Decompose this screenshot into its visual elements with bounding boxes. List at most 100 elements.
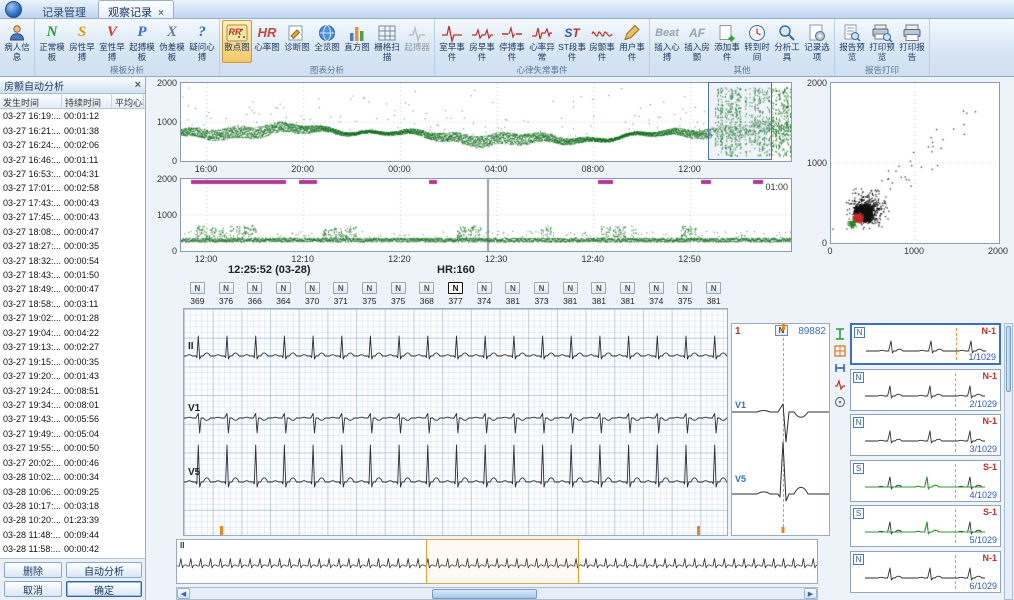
delete-button[interactable]: 删除 (4, 562, 62, 578)
beat-template-item[interactable]: SS-14/1029 (850, 460, 1001, 502)
poincare-plot[interactable] (830, 82, 1000, 244)
beat-label-box[interactable]: N (276, 282, 291, 294)
histogram-button[interactable]: 直方图 (342, 20, 372, 63)
af-event-row[interactable]: 03-28 10:06:...00:09:25 (0, 484, 145, 498)
wave-icon[interactable] (833, 378, 847, 392)
beat-label-box[interactable]: N (448, 282, 463, 294)
app-menu-button[interactable] (5, 1, 22, 18)
template-scroll-thumb[interactable] (1006, 326, 1011, 392)
af-event-row[interactable]: 03-28 10:20:...01:23:39 (0, 513, 145, 527)
analysis-tools-button[interactable]: 分析工具 (772, 20, 802, 63)
scroll-left-arrow[interactable]: ◀ (177, 588, 190, 599)
insert-beat-button[interactable]: Beat插入心搏 (652, 20, 682, 63)
af-event-row[interactable]: 03-28 11:48:...00:09:44 (0, 528, 145, 542)
goto-time-button[interactable]: 转到时间 (742, 20, 772, 63)
rr-trend-zoom-chart[interactable] (180, 178, 792, 252)
beat-template-item[interactable]: NN-13/1029 (850, 414, 1001, 456)
scroll-right-arrow[interactable]: ▶ (804, 588, 817, 599)
grid-icon[interactable] (833, 344, 847, 358)
pacemaker-button[interactable]: 起搏器 (402, 20, 432, 63)
af-event-row[interactable]: 03-27 19:02:...00:01:28 (0, 311, 145, 325)
af-event-row[interactable]: 03-27 16:21:...00:01:38 (0, 123, 145, 137)
af-event-row[interactable]: 03-27 19:55:...00:00:50 (0, 441, 145, 455)
beat-label-box[interactable]: N (591, 282, 606, 294)
af-event-row[interactable]: 03-27 16:19:...00:01:12 (0, 109, 145, 123)
vpb-events-button[interactable]: 室早事件 (437, 20, 467, 63)
beat-label-box[interactable]: N (305, 282, 320, 294)
diagnosis-plot-button[interactable]: 诊断图 (282, 20, 312, 63)
tab-observation-record[interactable]: 观察记录× (98, 0, 174, 18)
cancel-button[interactable]: 取消 (4, 581, 62, 597)
af-event-row[interactable]: 03-28 11:58:...00:00:42 (0, 542, 145, 556)
beat-label-box[interactable]: N (391, 282, 406, 294)
caliper-icon[interactable] (833, 327, 847, 341)
af-event-row[interactable]: 03-27 16:46:...00:01:11 (0, 152, 145, 166)
beat-label-box[interactable]: N (620, 282, 635, 294)
beat-label-box[interactable]: N (247, 282, 262, 294)
tab-close-icon[interactable]: × (158, 8, 164, 19)
beat-label-box[interactable]: N (706, 282, 721, 294)
af-event-row[interactable]: 03-28 10:02:...00:00:34 (0, 470, 145, 484)
af-event-row[interactable]: 03-27 19:15:...00:00:35 (0, 354, 145, 368)
circle-icon[interactable] (833, 395, 847, 409)
beat-label-box[interactable]: N (190, 282, 205, 294)
apb-events-button[interactable]: 房早事件 (467, 20, 497, 63)
apb-template-button[interactable]: S房性早搏 (67, 20, 97, 63)
paced-template-button[interactable]: P起搏模板 (127, 20, 157, 63)
beat-label-box[interactable]: N (677, 282, 692, 294)
af-event-row[interactable]: 03-27 18:27:...00:00:35 (0, 239, 145, 253)
af-event-row[interactable]: 03-27 18:08:...00:00:47 (0, 225, 145, 239)
beat-label-box[interactable]: N (362, 282, 377, 294)
template-scrollbar[interactable] (1004, 323, 1013, 600)
beat-label-box[interactable]: N (477, 282, 492, 294)
marker-icon[interactable] (833, 361, 847, 375)
full-disclosure-strip[interactable]: II (176, 539, 818, 584)
strip-selection-window[interactable] (426, 539, 579, 584)
af-event-row[interactable]: 03-27 18:43:...00:01:50 (0, 268, 145, 282)
vpb-template-button[interactable]: V室性早搏 (97, 20, 127, 63)
scatter-plot-button[interactable]: RR散点图 (222, 20, 252, 63)
af-event-row[interactable]: 03-27 19:43:...00:05:56 (0, 412, 145, 426)
raster-scan-button[interactable]: 栅格扫描 (372, 20, 402, 63)
af-event-row[interactable]: 03-27 19:24:...00:08:51 (0, 383, 145, 397)
af-event-row[interactable]: 03-27 20:02:...00:00:46 (0, 456, 145, 470)
artifact-template-button[interactable]: X伪差模板 (157, 20, 187, 63)
user-events-button[interactable]: 用户事件 (617, 20, 647, 63)
af-event-row[interactable]: 03-28 10:17:...00:03:18 (0, 499, 145, 513)
af-event-row[interactable]: 03-27 19:49:...00:05:04 (0, 427, 145, 441)
beat-template-item[interactable]: NN-11/1029 (850, 323, 1001, 365)
tab-record-management[interactable]: 记录管理 (32, 0, 96, 18)
af-events-button[interactable]: 房颤事件 (587, 20, 617, 63)
heart-rate-plot-button[interactable]: HR心率图 (252, 20, 282, 63)
report-preview-button[interactable]: 报告预览 (837, 20, 867, 63)
beat-label-box[interactable]: N (563, 282, 578, 294)
pause-events-button[interactable]: 停搏事件 (497, 20, 527, 63)
hr-abnormal-events-button[interactable]: 心率异常 (527, 20, 557, 63)
af-event-row[interactable]: 03-27 17:45:...00:00:43 (0, 210, 145, 224)
af-event-row[interactable]: 03-27 17:01:...00:02:58 (0, 181, 145, 195)
beat-label-box[interactable]: N (219, 282, 234, 294)
rr-trend-full-chart[interactable] (180, 82, 792, 162)
patient-info-button[interactable]: 病人信息 (2, 20, 32, 63)
af-event-row[interactable]: 03-27 16:24:...00:02:06 (0, 138, 145, 152)
af-event-row[interactable]: 03-27 19:34:...00:08:01 (0, 398, 145, 412)
print-report-button[interactable]: 打印报告 (897, 20, 927, 63)
single-beat-panel[interactable]: 1 N 89882 V1 V5 (731, 323, 830, 536)
add-event-button[interactable]: 添加事件 (712, 20, 742, 63)
beat-label-box[interactable]: N (333, 282, 348, 294)
beat-template-item[interactable]: SS-15/1029 (850, 505, 1001, 547)
st-events-button[interactable]: STST段事件 (557, 20, 587, 63)
scroll-thumb[interactable] (432, 589, 537, 599)
beat-label-box[interactable]: N (534, 282, 549, 294)
print-preview-button[interactable]: 打印预览 (867, 20, 897, 63)
af-event-row[interactable]: 03-27 18:32:...00:00:54 (0, 253, 145, 267)
insert-af-button[interactable]: AF插入房颤 (682, 20, 712, 63)
af-event-row[interactable]: 03-27 16:53:...00:04:31 (0, 167, 145, 181)
record-options-button[interactable]: 记录选项 (802, 20, 832, 63)
trend-selection-window[interactable] (708, 82, 772, 160)
beat-template-item[interactable]: NN-16/1029 (850, 551, 1001, 593)
ecg-strip-view[interactable] (183, 308, 728, 536)
panel-close-icon[interactable]: × (135, 79, 141, 91)
normal-template-button[interactable]: N正常模板 (37, 20, 67, 63)
beat-template-item[interactable]: NN-12/1029 (850, 369, 1001, 411)
